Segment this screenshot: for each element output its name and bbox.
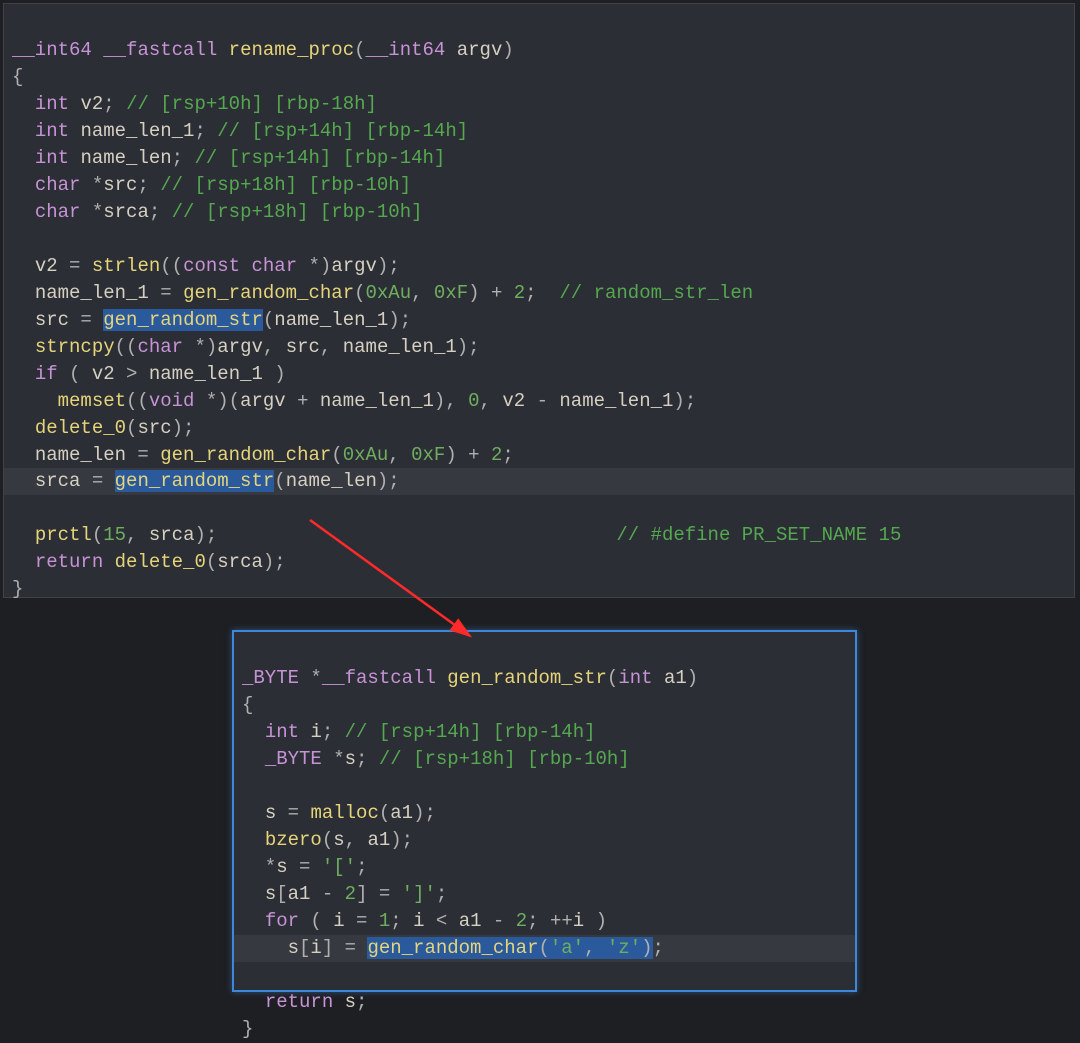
decompiler-panel-rename-proc[interactable]: __int64 __fastcall rename_proc(__int64 a… (3, 3, 1075, 598)
func-name-rename-proc: rename_proc (229, 39, 354, 61)
blank-line (234, 775, 261, 797)
brace: } (234, 1018, 261, 1040)
current-line[interactable]: s[i] = gen_random_char('a', 'z'); (234, 935, 855, 962)
code-line: char *srca; // [rsp+18h] [rbp-10h] (4, 201, 431, 223)
code-line: bzero(s, a1); (234, 829, 421, 851)
code-line: int i; // [rsp+14h] [rbp-14h] (234, 721, 604, 743)
brace: } (4, 578, 31, 600)
code-line: memset((void *)(argv + name_len_1), 0, v… (4, 390, 704, 412)
decompiler-panel-gen-random-str[interactable]: _BYTE *__fastcall gen_random_str(int a1)… (232, 630, 857, 992)
highlighted-call-gen-random-char[interactable]: gen_random_char('a', 'z') (367, 937, 652, 959)
code-line: int name_len_1; // [rsp+14h] [rbp-14h] (4, 120, 476, 142)
current-line[interactable]: srca = gen_random_str(name_len); (4, 468, 1074, 495)
code-line: name_len_1 = gen_random_char(0xAu, 0xF) … (4, 282, 761, 304)
highlighted-call-gen-random-str[interactable]: gen_random_str (115, 470, 275, 492)
brace: { (234, 694, 261, 716)
code-line: if ( v2 > name_len_1 ) (4, 363, 294, 385)
code-line: _BYTE *s; // [rsp+18h] [rbp-10h] (234, 748, 638, 770)
code-line: v2 = strlen((const char *)argv); (4, 255, 408, 277)
code-line: return s; (234, 991, 375, 1013)
code-line: return delete_0(srca); (4, 551, 294, 573)
code-line: char *src; // [rsp+18h] [rbp-10h] (4, 174, 419, 196)
code-line: s = malloc(a1); (234, 802, 444, 824)
code-line: s[a1 - 2] = ']'; (234, 883, 455, 905)
code-line: __int64 __fastcall rename_proc(__int64 a… (4, 39, 522, 61)
code-line: src = gen_random_str(name_len_1); (4, 309, 419, 331)
code-line: prctl(15, srca); // #define PR_SET_NAME … (4, 524, 909, 546)
code-line: int v2; // [rsp+10h] [rbp-18h] (4, 93, 385, 115)
code-line: for ( i = 1; i < a1 - 2; ++i ) (234, 910, 615, 932)
func-name-gen-random-str: gen_random_str (447, 667, 607, 689)
brace: { (4, 66, 31, 88)
code-line: name_len = gen_random_char(0xAu, 0xF) + … (4, 444, 522, 466)
highlighted-call-gen-random-str[interactable]: gen_random_str (103, 309, 263, 331)
blank-line (4, 228, 31, 250)
code-line: _BYTE *__fastcall gen_random_str(int a1) (234, 667, 706, 689)
code-line: int name_len; // [rsp+14h] [rbp-14h] (4, 147, 453, 169)
code-line: strncpy((char *)argv, src, name_len_1); (4, 336, 488, 358)
code-line: *s = '['; (234, 856, 375, 878)
code-line: delete_0(src); (4, 417, 202, 439)
